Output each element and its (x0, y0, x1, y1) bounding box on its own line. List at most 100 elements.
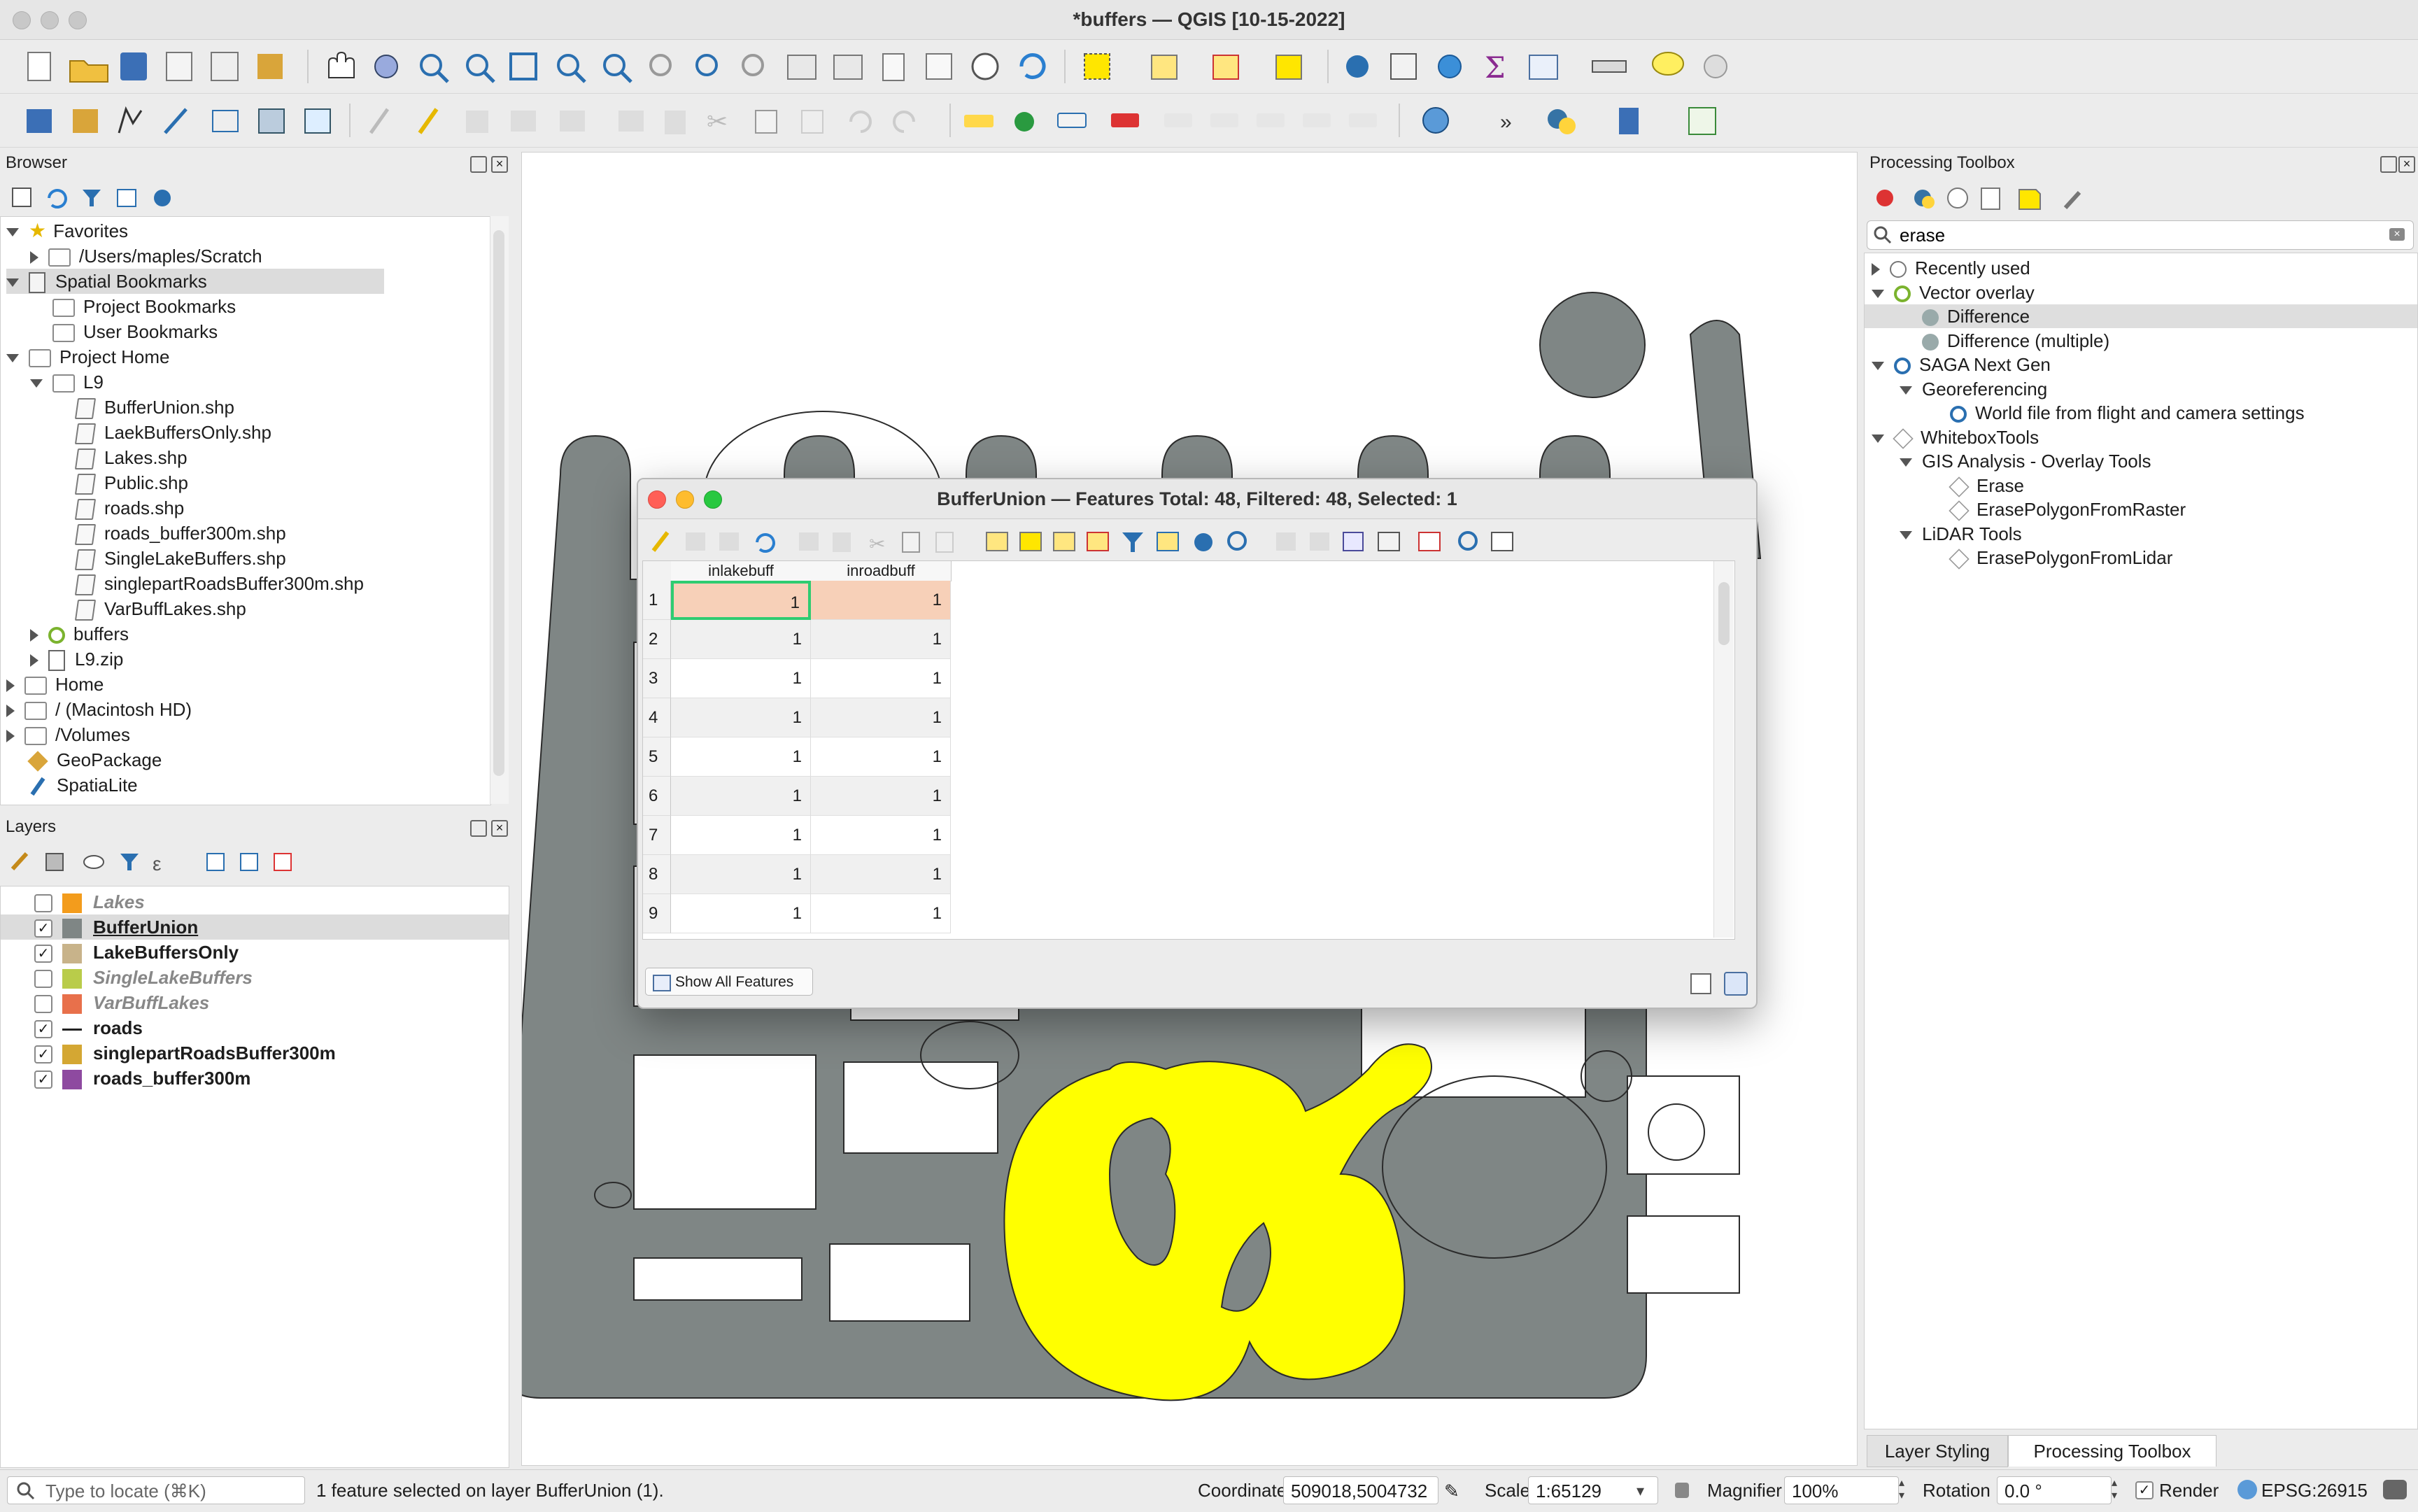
expand-arrow-icon[interactable] (6, 354, 19, 363)
clear-search-icon[interactable]: × (2389, 228, 2405, 241)
expand-arrow-icon[interactable] (1900, 458, 1912, 467)
table-cell[interactable]: 1 (811, 659, 951, 698)
browser-item[interactable]: Home (6, 672, 104, 697)
processing-tree-item[interactable]: Georeferencing (1865, 377, 2417, 401)
browser-item[interactable]: /Volumes (6, 722, 130, 747)
expand-arrow-icon[interactable] (1872, 362, 1884, 371)
browser-item[interactable]: buffers (30, 621, 129, 647)
table-cell[interactable]: 1 (811, 816, 951, 855)
layer-visibility-checkbox[interactable] (34, 995, 52, 1014)
table-cell[interactable]: 1 (671, 777, 811, 816)
show-all-features-dropdown[interactable]: Show All Features (645, 968, 813, 996)
column-header-inlakebuff[interactable]: inlakebuff (671, 561, 812, 581)
processing-tree-item[interactable]: ErasePolygonFromLidar (1865, 546, 2417, 570)
layer-visibility-checkbox[interactable]: ✓ (34, 1020, 52, 1039)
browser-item[interactable]: VarBuffLakes.shp (54, 596, 246, 621)
processing-tree-item[interactable]: Erase (1865, 474, 2417, 497)
layer-item[interactable]: ✓ singlepartRoadsBuffer300m (1, 1040, 509, 1066)
table-cell[interactable]: 1 (811, 581, 951, 620)
table-cell[interactable]: 1 (811, 894, 951, 933)
table-cell[interactable]: 1 (671, 659, 811, 698)
browser-item[interactable]: Public.shp (54, 470, 188, 495)
browser-item[interactable]: ★ Favorites (6, 218, 128, 243)
form-view-icon[interactable] (1690, 973, 1711, 994)
attribute-scroll-thumb[interactable] (1718, 582, 1730, 645)
processing-tree-item[interactable]: World file from flight and camera settin… (1865, 401, 2417, 425)
processing-tree-item[interactable]: ErasePolygonFromRaster (1865, 497, 2417, 521)
expand-arrow-icon[interactable] (1900, 530, 1912, 539)
table-cell[interactable]: 1 (811, 698, 951, 737)
scale-field[interactable]: 1:65129 ▾ (1528, 1476, 1658, 1504)
browser-item[interactable]: Lakes.shp (54, 445, 188, 470)
layer-item[interactable]: ✓ roads_buffer300m (1, 1066, 509, 1091)
processing-tree-item[interactable]: Difference (1865, 304, 2417, 328)
browser-item[interactable]: L9 (30, 369, 104, 395)
row-header[interactable]: 2 (643, 620, 671, 659)
toggle-extents-icon[interactable]: ✎ (1444, 1481, 1464, 1501)
locate-bar[interactable]: Type to locate (⌘K) (7, 1476, 305, 1504)
browser-item[interactable]: BufferUnion.shp (54, 395, 234, 420)
expand-arrow-icon[interactable] (6, 278, 19, 288)
processing-search-input[interactable] (1898, 224, 2363, 246)
attribute-grid[interactable]: inlakebuff inroadbuff 111211311411511611… (642, 560, 1735, 940)
expand-arrow-icon[interactable] (30, 379, 43, 388)
collapse-arrow-icon[interactable] (30, 654, 38, 667)
float-processing-panel-icon[interactable] (2380, 156, 2397, 173)
row-header[interactable]: 1 (643, 581, 671, 620)
table-cell[interactable]: 1 (811, 855, 951, 894)
float-layers-panel-icon[interactable] (470, 820, 487, 837)
collapse-arrow-icon[interactable] (1872, 263, 1880, 276)
layer-item[interactable]: ✓ BufferUnion (1, 914, 509, 940)
expand-arrow-icon[interactable] (1872, 289, 1884, 298)
attribute-vertical-scrollbar[interactable] (1713, 561, 1734, 938)
layer-item[interactable]: ✓ roads (1, 1015, 509, 1040)
row-header[interactable]: 4 (643, 698, 671, 737)
magnifier-stepper-icon[interactable]: ▴ ▾ (1899, 1477, 1911, 1504)
browser-item[interactable]: User Bookmarks (30, 319, 218, 344)
expand-arrow-icon[interactable] (1900, 386, 1912, 395)
expand-arrow-icon[interactable] (6, 228, 19, 237)
row-header[interactable]: 5 (643, 737, 671, 777)
browser-scrollbar[interactable] (490, 216, 509, 804)
scale-dropdown-icon[interactable]: ▾ (1636, 1477, 1644, 1505)
processing-tree-item[interactable]: Recently used (1865, 256, 2417, 280)
coordinate-field[interactable]: 509018,5004732 (1283, 1476, 1438, 1504)
layer-item[interactable]: Lakes (1, 889, 509, 914)
browser-item[interactable]: singlepartRoadsBuffer300m.shp (54, 571, 364, 596)
processing-tree-item[interactable]: Vector overlay (1865, 281, 2417, 304)
layer-visibility-checkbox[interactable]: ✓ (34, 919, 52, 938)
table-cell[interactable]: 1 (671, 816, 811, 855)
layer-visibility-checkbox[interactable]: ✓ (34, 1045, 52, 1064)
row-header[interactable]: 8 (643, 855, 671, 894)
browser-item[interactable]: LaekBuffersOnly.shp (54, 420, 271, 445)
crs-globe-icon[interactable] (2237, 1480, 2257, 1499)
browser-scroll-thumb[interactable] (493, 230, 504, 776)
browser-item[interactable]: SingleLakeBuffers.shp (54, 546, 286, 571)
layer-visibility-checkbox[interactable]: ✓ (34, 945, 52, 963)
table-cell[interactable]: 1 (671, 698, 811, 737)
layer-item[interactable]: VarBuffLakes (1, 990, 509, 1015)
table-cell[interactable]: 1 (671, 581, 811, 620)
lock-scale-icon[interactable] (1675, 1483, 1689, 1498)
rotation-field[interactable]: 0.0 ° (1997, 1476, 2112, 1504)
render-checkbox[interactable]: ✓ (2135, 1481, 2154, 1499)
tab-layer-styling[interactable]: Layer Styling (1867, 1435, 2008, 1467)
tab-processing-toolbox[interactable]: Processing Toolbox (2008, 1435, 2216, 1467)
collapse-arrow-icon[interactable] (30, 251, 38, 264)
collapse-arrow-icon[interactable] (30, 629, 38, 642)
processing-tree-item[interactable]: SAGA Next Gen (1865, 353, 2417, 376)
column-header-inroadbuff[interactable]: inroadbuff (811, 561, 952, 581)
grid-corner[interactable] (643, 561, 672, 581)
layer-item[interactable]: ✓ LakeBuffersOnly (1, 940, 509, 965)
processing-tree-item[interactable]: WhiteboxTools (1865, 425, 2417, 449)
collapse-arrow-icon[interactable] (6, 705, 15, 718)
row-header[interactable]: 7 (643, 816, 671, 855)
browser-item[interactable]: SpatiaLite (6, 772, 138, 798)
browser-item[interactable]: L9.zip (30, 647, 123, 672)
table-cell[interactable]: 1 (811, 620, 951, 659)
table-cell[interactable]: 1 (671, 855, 811, 894)
browser-item[interactable]: / (Macintosh HD) (6, 697, 192, 722)
browser-item[interactable]: Project Home (6, 344, 170, 369)
rotation-stepper-icon[interactable]: ▴ ▾ (2112, 1477, 2124, 1504)
row-header[interactable]: 3 (643, 659, 671, 698)
